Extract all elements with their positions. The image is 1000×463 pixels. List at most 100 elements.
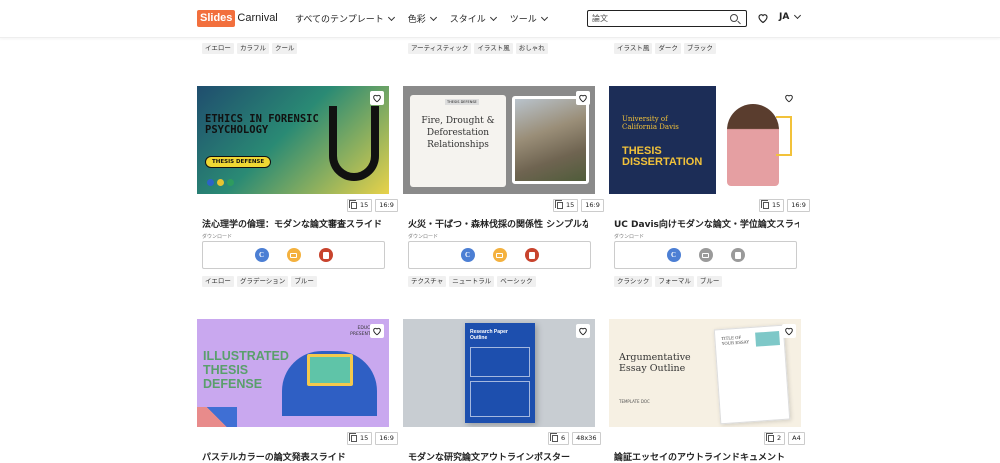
tag-list: イラスト風 ダーク ブラック xyxy=(614,43,716,54)
page-count-value: 15 xyxy=(360,201,369,209)
tag[interactable]: ブルー xyxy=(291,276,317,287)
card-title[interactable]: 論証エッセイのアウトラインドキュメント xyxy=(614,450,809,463)
document-title: TITLE OF YOUR ESSAY xyxy=(721,334,750,347)
favorite-button[interactable] xyxy=(576,324,590,338)
dot xyxy=(227,179,234,186)
heart-icon xyxy=(785,94,793,103)
favorite-button[interactable] xyxy=(370,91,384,105)
favorite-button[interactable] xyxy=(576,91,590,105)
logo[interactable]: Slides Carnival xyxy=(197,10,278,27)
powerpoint-icon[interactable] xyxy=(730,248,745,262)
decorative-triangles xyxy=(197,407,237,427)
thumbnail-title: University of California Davis xyxy=(622,115,679,131)
card-title[interactable]: 法心理学の倫理：モダンな論文審査スライド xyxy=(202,217,397,230)
tag[interactable]: ブルー xyxy=(696,276,723,287)
tag[interactable]: アーティスティック xyxy=(408,43,472,54)
tag[interactable]: ブラック xyxy=(683,43,716,54)
nav-tools[interactable]: ツール xyxy=(510,12,548,25)
dot xyxy=(207,179,214,186)
thumbnail-title: Argumentative Essay Outline xyxy=(619,352,691,374)
google-slides-icon[interactable] xyxy=(286,248,301,262)
template-thumbnail[interactable]: ILLUSTRATED THESIS DEFENSE EDUCATION PRE… xyxy=(197,319,389,427)
ppt-glyph xyxy=(322,251,329,259)
thumbnail-subtitle: THESIS DEFENSE xyxy=(445,99,479,105)
thumbnail-title: Fire, Drought & Deforestation Relationsh… xyxy=(421,116,495,150)
canva-icon[interactable]: C xyxy=(460,248,475,262)
page-count: 15 xyxy=(347,432,373,445)
card-title[interactable]: パステルカラーの論文発表スライド xyxy=(202,450,397,463)
download-options: C xyxy=(614,241,797,269)
heart-icon xyxy=(373,94,381,103)
page-count: 15 xyxy=(553,199,579,212)
powerpoint-icon[interactable] xyxy=(318,248,333,262)
language-selector[interactable]: JA xyxy=(779,11,802,22)
site-header: Slides Carnival すべてのテンプレート 色彩 スタイル ツール J… xyxy=(0,0,1000,38)
nav-styles[interactable]: スタイル xyxy=(449,12,497,25)
forest-photo xyxy=(512,96,589,184)
aspect-ratio: A4 xyxy=(788,432,805,445)
page-count-value: 15 xyxy=(360,434,369,442)
nav-label: 色彩 xyxy=(407,15,426,25)
tag[interactable]: ニュートラル xyxy=(449,276,495,287)
card-title[interactable]: UC Davis向けモダンな論文・学位論文スライ… xyxy=(614,217,799,230)
heart-icon xyxy=(785,327,793,336)
tag[interactable]: イエロー xyxy=(202,43,234,54)
page-count: 15 xyxy=(347,199,373,212)
canva-icon[interactable]: C xyxy=(254,248,269,262)
search-input[interactable] xyxy=(588,14,723,23)
template-thumbnail[interactable]: University of California Davis THESIS DI… xyxy=(609,86,801,194)
tag[interactable]: イラスト風 xyxy=(474,43,513,54)
template-thumbnail[interactable]: THESIS DEFENSE Fire, Drought & Deforesta… xyxy=(403,86,595,194)
google-slides-icon[interactable] xyxy=(698,248,713,262)
google-slides-icon[interactable] xyxy=(492,248,507,262)
page-count-value: 2 xyxy=(777,434,782,442)
tag[interactable]: カラフル xyxy=(236,43,269,54)
decorative-frame xyxy=(776,116,792,156)
dots xyxy=(207,179,234,186)
tag-list: アーティスティック イラスト風 おしゃれ xyxy=(408,43,548,54)
page-count: 6 xyxy=(548,432,570,445)
language-label: JA xyxy=(779,12,790,22)
favorite-button[interactable] xyxy=(370,324,384,338)
heart-icon xyxy=(579,94,587,103)
download-label: ダウンロード xyxy=(202,234,233,240)
template-thumbnail[interactable]: Research Paper Outline xyxy=(403,319,595,427)
aspect-ratio: 16:9 xyxy=(787,199,810,212)
page-count-value: 15 xyxy=(772,201,781,209)
page-count-value: 6 xyxy=(561,434,566,442)
card-title[interactable]: 火災・干ばつ・森林伐採の関係性 シンプルな… xyxy=(408,217,588,230)
tag[interactable]: フォーマル xyxy=(655,276,694,287)
card-meta: 6 48x36 xyxy=(548,432,601,445)
favorite-button[interactable] xyxy=(782,91,796,105)
powerpoint-icon[interactable] xyxy=(524,248,539,262)
nav-colors[interactable]: 色彩 xyxy=(407,12,437,25)
card-title[interactable]: モダンな研究論文アウトラインポスター xyxy=(408,450,603,463)
poster-section xyxy=(470,347,530,377)
pages-icon xyxy=(761,200,769,209)
tag[interactable]: イラスト風 xyxy=(614,43,653,54)
tag[interactable]: おしゃれ xyxy=(515,43,548,54)
tag[interactable]: クラシック xyxy=(614,276,653,287)
chevron-down-icon xyxy=(794,11,802,20)
tag[interactable]: テクスチャ xyxy=(408,276,447,287)
nav-label: スタイル xyxy=(449,15,486,25)
tag[interactable]: ベーシック xyxy=(497,276,536,287)
page-count: 15 xyxy=(759,199,785,212)
search-icon[interactable] xyxy=(730,14,738,22)
pages-icon xyxy=(550,433,558,442)
tag[interactable]: イエロー xyxy=(202,276,234,287)
nav-all-templates[interactable]: すべてのテンプレート xyxy=(295,12,395,25)
tag[interactable]: グラデーション xyxy=(236,276,289,287)
thumbnail-subtitle: THESIS DISSERTATION xyxy=(622,145,703,168)
template-thumbnail[interactable]: Argumentative Essay Outline TEMPLATE DOC… xyxy=(609,319,801,427)
tag[interactable]: クール xyxy=(271,43,298,54)
download-options: C xyxy=(202,241,385,269)
canva-icon[interactable]: C xyxy=(666,248,681,262)
document-image xyxy=(755,331,781,347)
page-count: 2 xyxy=(764,432,786,445)
chevron-down-icon xyxy=(489,13,497,21)
template-thumbnail[interactable]: ETHICS IN FORENSIC PSYCHOLOGY THESIS DEF… xyxy=(197,86,389,194)
favorite-button[interactable] xyxy=(782,324,796,338)
tag[interactable]: ダーク xyxy=(655,43,681,54)
favorites-heart-icon[interactable] xyxy=(757,12,769,24)
